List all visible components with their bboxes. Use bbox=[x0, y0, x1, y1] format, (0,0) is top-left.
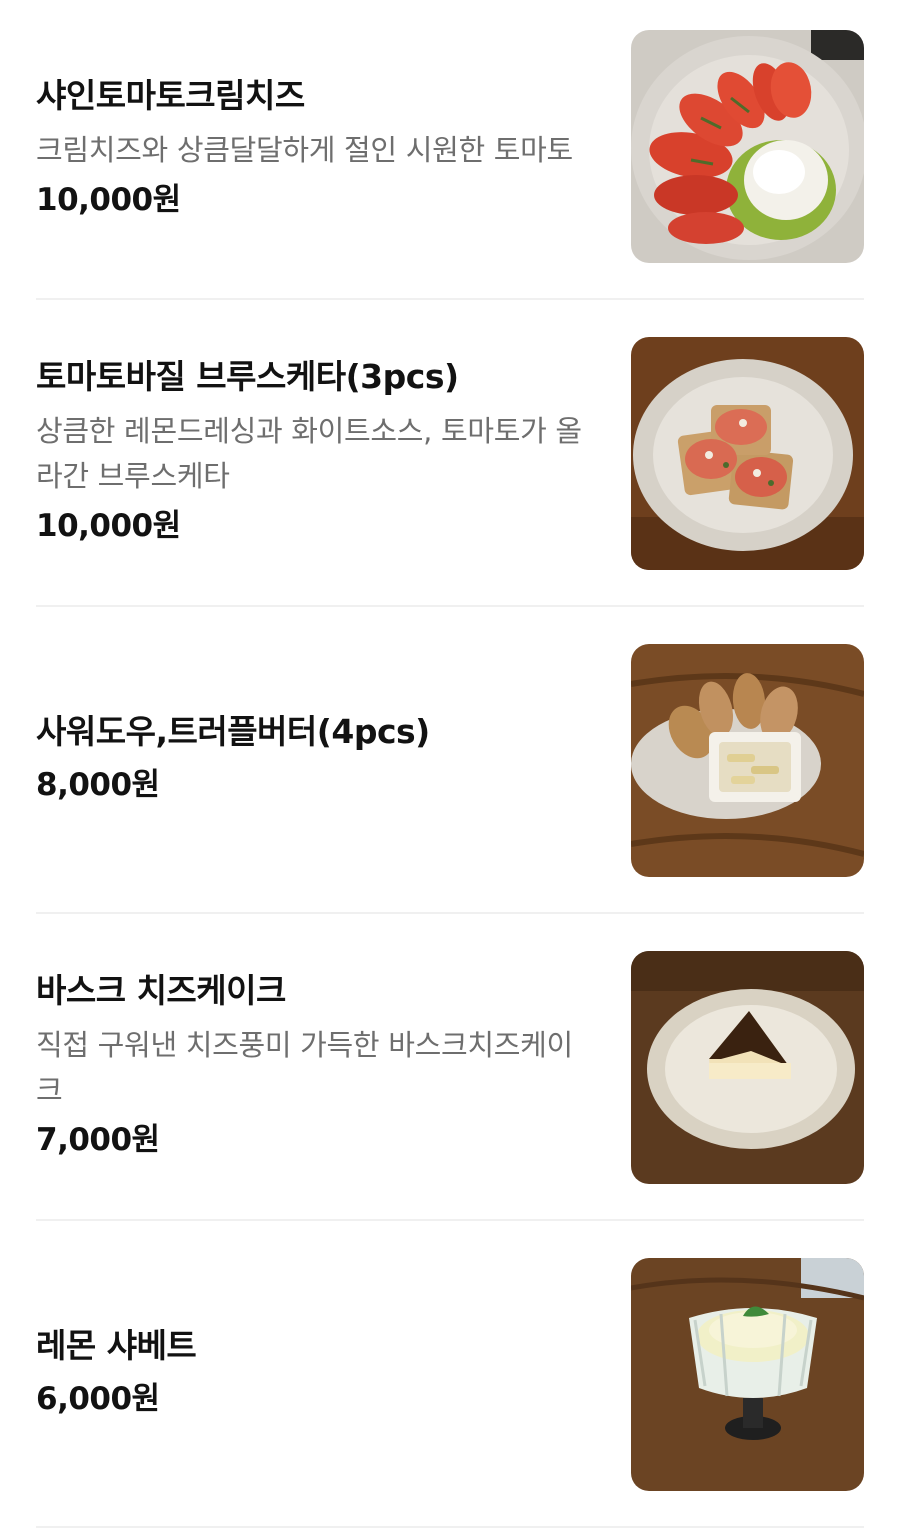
menu-item-name: 사워도우,트러플버터(4pcs) bbox=[36, 712, 430, 752]
menu-item-name: 토마토바질 브루스케타(3pcs) bbox=[36, 357, 459, 397]
menu-item-text: 토마토바질 브루스케타(3pcs) 상큼한 레몬드레싱과 화이트소스, 토마토가… bbox=[36, 300, 596, 605]
menu-item-sourdough[interactable]: 사워도우,트러플버터(4pcs) 8,000원 bbox=[36, 607, 864, 914]
cheesecake-image bbox=[631, 951, 864, 1184]
menu-item-name: 샤인토마토크림치즈 bbox=[36, 76, 305, 116]
menu-item-basque-cheesecake[interactable]: 바스크 치즈케이크 직접 구워낸 치즈풍미 가득한 바스크치즈케이크 7,000… bbox=[36, 914, 864, 1221]
menu-item-price: 10,000원 bbox=[36, 508, 181, 545]
menu-item-text: 샤인토마토크림치즈 크림치즈와 상큼달달하게 절인 시원한 토마토 10,000… bbox=[36, 0, 596, 298]
menu-item-name: 바스크 치즈케이크 bbox=[36, 971, 286, 1011]
menu-item-price: 10,000원 bbox=[36, 182, 181, 219]
tomato-cream-cheese-photo[interactable] bbox=[631, 30, 864, 263]
tomato-cream-cheese-image bbox=[631, 30, 864, 263]
menu-item-text: 레몬 샤베트 6,000원 bbox=[36, 1221, 596, 1526]
bruschetta-photo[interactable] bbox=[631, 337, 864, 570]
menu-item-text: 사워도우,트러플버터(4pcs) 8,000원 bbox=[36, 607, 596, 912]
menu-item-tomato-cream-cheese[interactable]: 샤인토마토크림치즈 크림치즈와 상큼달달하게 절인 시원한 토마토 10,000… bbox=[36, 0, 864, 300]
menu-item-description: 상큼한 레몬드레싱과 화이트소스, 토마토가 올라간 브루스케타 bbox=[36, 414, 582, 494]
menu-item-lemon-sherbet[interactable]: 레몬 샤베트 6,000원 bbox=[36, 1221, 864, 1528]
menu-item-name: 레몬 샤베트 bbox=[36, 1326, 197, 1366]
lemon-sherbet-image bbox=[631, 1258, 864, 1491]
sourdough-image bbox=[631, 644, 864, 877]
menu-item-price: 7,000원 bbox=[36, 1122, 160, 1159]
lemon-sherbet-photo[interactable] bbox=[631, 1258, 864, 1491]
menu-item-price: 6,000원 bbox=[36, 1381, 160, 1418]
bruschetta-image bbox=[631, 337, 864, 570]
menu-list: 샤인토마토크림치즈 크림치즈와 상큼달달하게 절인 시원한 토마토 10,000… bbox=[0, 0, 900, 1528]
menu-item-bruschetta[interactable]: 토마토바질 브루스케타(3pcs) 상큼한 레몬드레싱과 화이트소스, 토마토가… bbox=[36, 300, 864, 607]
menu-item-description: 직접 구워낸 치즈풍미 가득한 바스크치즈케이크 bbox=[36, 1028, 573, 1108]
menu-item-text: 바스크 치즈케이크 직접 구워낸 치즈풍미 가득한 바스크치즈케이크 7,000… bbox=[36, 914, 596, 1219]
basque-cheesecake-photo[interactable] bbox=[631, 951, 864, 1184]
menu-item-price: 8,000원 bbox=[36, 767, 160, 804]
menu-item-description: 크림치즈와 상큼달달하게 절인 시원한 토마토 bbox=[36, 133, 573, 168]
sourdough-truffle-butter-photo[interactable] bbox=[631, 644, 864, 877]
